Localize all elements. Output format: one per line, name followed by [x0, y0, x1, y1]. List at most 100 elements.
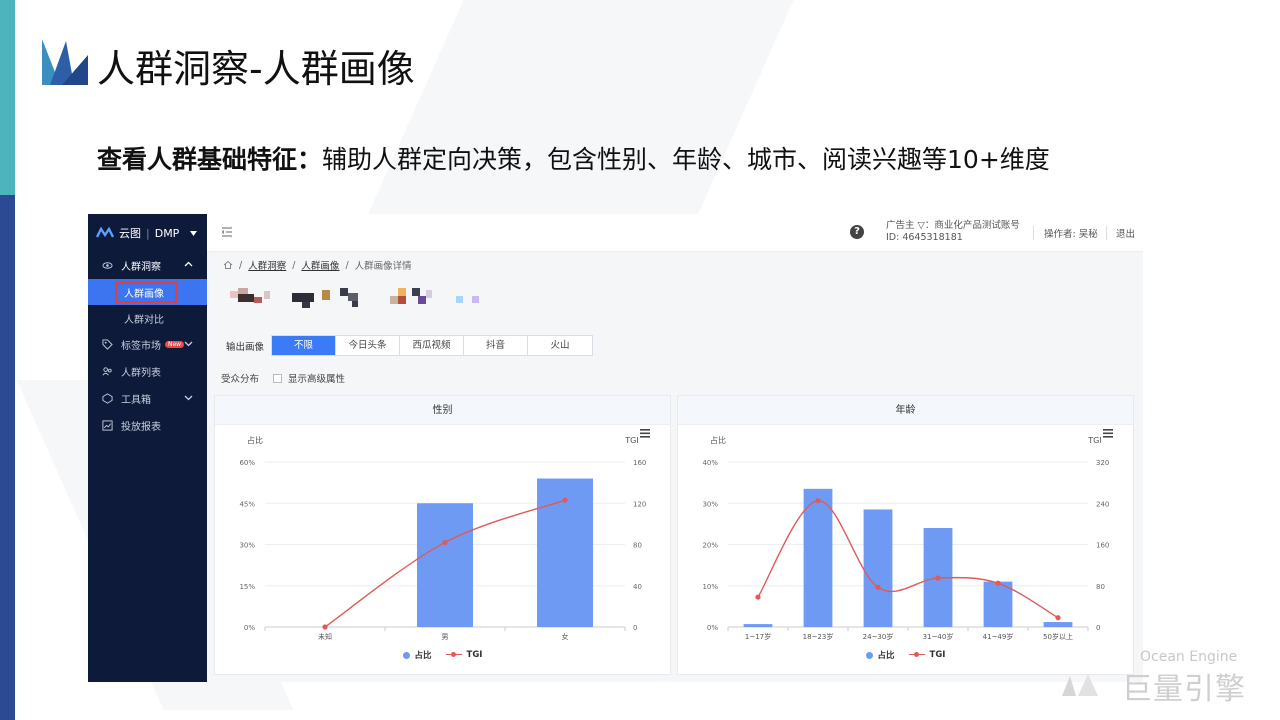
- report-icon: [102, 420, 113, 431]
- y-axis-left-label: 占比: [247, 435, 263, 445]
- brand-product: DMP: [154, 226, 180, 240]
- slide: 人群洞察-人群画像 查看人群基础特征：辅助人群定向决策，包含性别、年龄、城市、阅…: [0, 0, 1280, 720]
- brand-logo-icon: [42, 39, 88, 85]
- accent-bar-teal: [0, 0, 15, 195]
- operator-label: 操作者: 吴秘: [1044, 229, 1098, 240]
- platform-option-huoshan[interactable]: 火山: [528, 336, 592, 355]
- y-tick-right: 320: [1096, 459, 1109, 467]
- output-filter: 输出画像 不限 今日头条 西瓜视频 抖音 火山: [226, 335, 594, 356]
- sidebar-item-audience-list[interactable]: 人群列表: [88, 358, 207, 385]
- bar-share: [743, 624, 773, 627]
- advertiser-id: ID: 4645318181: [886, 232, 963, 243]
- x-tick-label: 女: [562, 632, 569, 641]
- advanced-label[interactable]: 显示高级属性: [288, 371, 345, 385]
- sidebar-item-portrait[interactable]: 人群画像: [88, 279, 207, 305]
- x-tick-label: 男: [442, 633, 449, 641]
- platform-segmented-control: 不限 今日头条 西瓜视频 抖音 火山: [271, 335, 594, 356]
- sidebar-item-compare[interactable]: 人群对比: [88, 305, 207, 331]
- logout-link[interactable]: 退出: [1116, 226, 1135, 240]
- y-tick-left: 45%: [239, 500, 255, 508]
- y-tick-left: 40%: [702, 459, 718, 467]
- x-tick-label: 未知: [318, 632, 332, 641]
- chart-legend: 占比 TGI: [215, 649, 670, 661]
- legend-item-tgi[interactable]: TGI: [908, 649, 945, 661]
- x-tick-label: 1~17岁: [745, 632, 771, 641]
- y-tick-left: 10%: [702, 583, 718, 591]
- platform-option-toutiao[interactable]: 今日头条: [336, 336, 401, 355]
- y-tick-right: 80: [1096, 583, 1105, 591]
- chart-menu-icon: [640, 436, 650, 438]
- chart-menu-icon: [1103, 436, 1113, 438]
- y-tick-left: 30%: [702, 500, 718, 508]
- chevron-down-icon: [184, 341, 193, 347]
- cloud-logo-icon: [96, 227, 114, 238]
- platform-option-douyin[interactable]: 抖音: [464, 336, 529, 355]
- breadcrumb-sep: /: [239, 259, 243, 271]
- sidebar-item-toolbox[interactable]: 工具箱: [88, 385, 207, 412]
- dmp-app-screenshot: 云图 | DMP 人群洞察 人群画像 人群对比 标签市场 New 人群列表 工具…: [88, 214, 1143, 682]
- tgi-point: [815, 498, 821, 504]
- y-tick-right: 120: [633, 500, 646, 508]
- legend-item-share[interactable]: 占比: [402, 649, 432, 661]
- chart-menu-icon: [1103, 429, 1113, 431]
- y-tick-left: 20%: [702, 542, 718, 550]
- chart-menu-icon: [640, 432, 650, 435]
- y-axis-right-label: TGI: [1087, 436, 1101, 445]
- advanced-checkbox[interactable]: [273, 373, 283, 383]
- slide-title: 人群洞察-人群画像: [97, 47, 415, 91]
- output-label: 输出画像: [226, 341, 265, 353]
- users-icon: [102, 367, 112, 376]
- platform-option-xigua[interactable]: 西瓜视频: [400, 336, 465, 355]
- tgi-point: [755, 594, 761, 600]
- breadcrumb-link[interactable]: 人群洞察: [248, 258, 286, 272]
- platform-option-all[interactable]: 不限: [272, 336, 337, 355]
- tgi-point: [442, 539, 448, 546]
- bar-share: [417, 503, 473, 627]
- bar-share: [803, 488, 833, 627]
- breadcrumb-sep: /: [345, 259, 349, 271]
- chart-menu-icon: [1103, 432, 1113, 435]
- tgi-point: [1055, 615, 1061, 621]
- legend-dot: [402, 651, 410, 659]
- legend-item-tgi[interactable]: TGI: [445, 649, 482, 661]
- y-tick-left: 15%: [239, 583, 255, 591]
- y-tick-left: 60%: [239, 459, 255, 467]
- age-chart-card: 年龄 占比 TGI 0% 0 10% 80 20% 160 30% 240 40% 320 1~17岁 1…: [677, 395, 1134, 675]
- legend-label: 占比: [877, 651, 895, 661]
- y-tick-left: 0%: [244, 624, 255, 632]
- help-icon[interactable]: ?: [850, 225, 864, 239]
- advertiser-selector[interactable]: 广告主 ▽：商业化产品测试账号 ID: 4645318181: [886, 220, 1020, 244]
- chart-title: 性别: [215, 396, 670, 425]
- toolbox-icon: [102, 393, 113, 404]
- sidebar-item-label: 投放报表: [121, 422, 161, 433]
- gender-chart: 占比 TGI 0% 0 15% 40 30% 80 45% 120 60% 160 未知 男 女: [239, 429, 650, 641]
- watermark-en: Ocean Engine: [1140, 649, 1238, 665]
- highlight-box: [115, 282, 177, 303]
- chart-title: 年龄: [678, 396, 1133, 425]
- y-axis-right-label: TGI: [624, 436, 638, 445]
- sidebar-item-tag-market[interactable]: 标签市场 New: [88, 331, 207, 358]
- y-axis-left-label: 占比: [710, 435, 726, 445]
- sidebar-item-insight[interactable]: 人群洞察: [88, 252, 207, 279]
- tgi-point: [935, 575, 941, 581]
- divider: [1106, 226, 1107, 240]
- menu-fold-icon[interactable]: [221, 226, 233, 238]
- sidebar-item-report[interactable]: 投放报表: [88, 412, 207, 439]
- legend-item-share[interactable]: 占比: [865, 649, 895, 661]
- bar-share: [983, 581, 1013, 627]
- distribution-label: 受众分布: [221, 374, 260, 385]
- chart-legend: 占比 TGI: [678, 649, 1133, 661]
- sidebar-item-label: 标签市场: [121, 341, 161, 352]
- y-tick-right: 0: [1096, 624, 1100, 632]
- breadcrumb-current: 人群画像详情: [354, 261, 412, 272]
- sidebar-item-label: 工具箱: [121, 395, 151, 406]
- sidebar-brand[interactable]: 云图 | DMP: [88, 214, 207, 252]
- subtitle-bold: 查看人群基础特征：: [97, 145, 323, 174]
- breadcrumb-link[interactable]: 人群画像: [301, 258, 339, 272]
- distribution-row: 受众分布 显示高级属性: [221, 371, 345, 385]
- tgi-point: [562, 497, 568, 503]
- chevron-down-icon: [184, 395, 193, 401]
- brand-separator: |: [146, 226, 150, 240]
- home-icon[interactable]: [223, 260, 233, 270]
- ocean-engine-logo-icon: [1062, 674, 1098, 696]
